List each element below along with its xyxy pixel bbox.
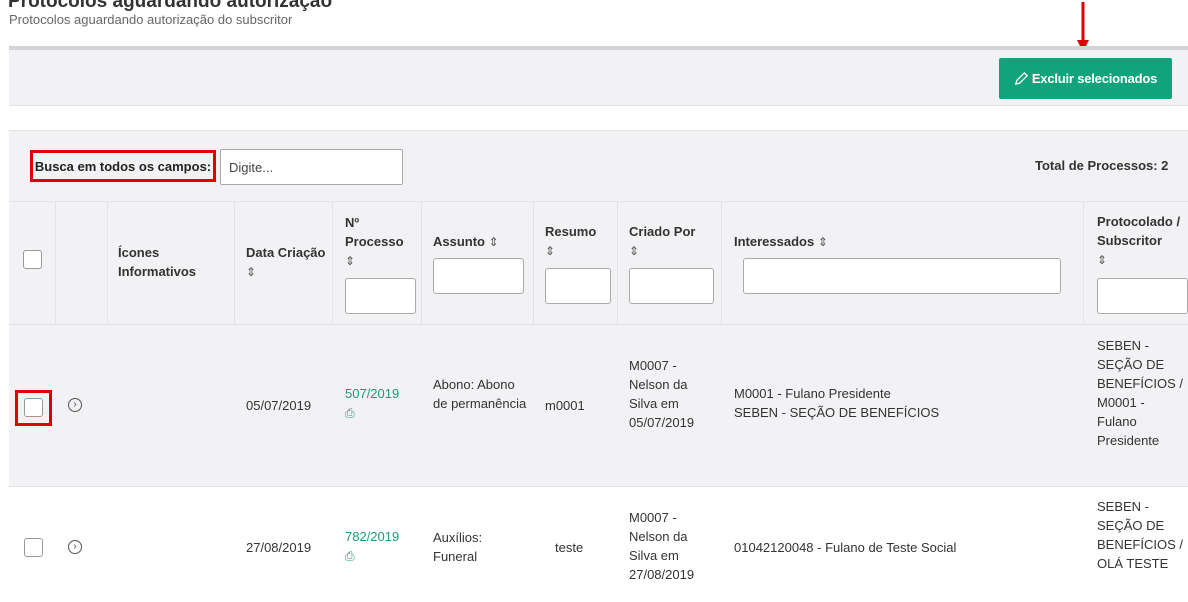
row-created-by: M0007 - Nelson da Silva em 05/07/2019: [629, 358, 695, 430]
checkbox-highlight: [15, 390, 52, 426]
row-summary: teste: [555, 540, 584, 555]
row-interested-2: SEBEN - SEÇÃO DE BENEFÍCIOS: [734, 405, 940, 420]
header-icons: Ícones Informativos: [118, 245, 197, 279]
header-protocoled[interactable]: Protocolado / Subscritor ⇕: [1097, 212, 1187, 270]
column-divider: [1083, 202, 1084, 325]
pencil-icon: [1014, 71, 1028, 86]
search-label: Busca em todos os campos:: [30, 150, 216, 182]
sort-icon[interactable]: ⇕: [345, 254, 355, 268]
sort-icon[interactable]: ⇕: [629, 244, 639, 258]
column-divider: [721, 202, 722, 325]
column-divider: [421, 202, 422, 325]
pdf-icon[interactable]: ⎙: [345, 547, 355, 566]
interested-filter-input[interactable]: [743, 258, 1061, 294]
row-interested-1: 01042120048 - Fulano de Teste Social: [734, 540, 957, 555]
column-divider: [617, 202, 618, 325]
row-date: 27/08/2019: [246, 540, 312, 555]
total-count: Total de Processos: 2: [1035, 158, 1169, 173]
column-divider: [234, 202, 235, 325]
header-summary[interactable]: Resumo ⇕: [545, 222, 615, 261]
row-interested-1: M0001 - Fulano Presidente: [734, 386, 891, 401]
header-subject[interactable]: Assunto ⇕: [433, 232, 533, 252]
row-protocoled: SEBEN - SEÇÃO DE BENEFÍCIOS / M0001 - Fu…: [1097, 338, 1183, 448]
header-interested[interactable]: Interessados ⇕: [734, 232, 1034, 252]
row-process-link[interactable]: 507/2019: [345, 384, 399, 403]
column-divider: [533, 202, 534, 325]
summary-filter-input[interactable]: [545, 268, 611, 304]
sort-icon[interactable]: ⇕: [818, 235, 828, 249]
sort-icon[interactable]: ⇕: [545, 244, 555, 258]
page-subtitle: Protocolos aguardando autorização do sub…: [9, 12, 293, 27]
search-input[interactable]: [220, 149, 403, 185]
pdf-icon[interactable]: ⎙: [345, 404, 355, 423]
row-date: 05/07/2019: [246, 398, 312, 413]
row-created-by: M0007 - Nelson da Silva em 27/08/2019: [629, 510, 695, 582]
process-filter-input[interactable]: [345, 278, 416, 314]
column-divider: [107, 202, 108, 325]
sort-icon[interactable]: ⇕: [1097, 253, 1107, 267]
row-summary: m0001: [545, 398, 585, 413]
expand-row-icon[interactable]: ›: [68, 540, 82, 554]
sort-icon[interactable]: ⇕: [246, 265, 256, 279]
table-row[interactable]: [9, 325, 1188, 487]
row-process-link[interactable]: 782/2019: [345, 527, 399, 546]
column-divider: [55, 202, 56, 325]
column-divider: [332, 202, 333, 325]
header-date[interactable]: Data Criação ⇕: [246, 243, 326, 282]
row-checkbox[interactable]: [24, 538, 43, 557]
select-all-checkbox[interactable]: [23, 250, 42, 269]
row-protocoled: SEBEN - SEÇÃO DE BENEFÍCIOS / OLÁ TESTE: [1097, 499, 1183, 571]
expand-row-icon[interactable]: ›: [68, 398, 82, 412]
created-by-filter-input[interactable]: [629, 268, 714, 304]
subject-filter-input[interactable]: [433, 258, 524, 294]
header-created-by[interactable]: Criado Por ⇕: [629, 222, 709, 261]
table-row[interactable]: [9, 487, 1188, 602]
delete-selected-label: Excluir selecionados: [1031, 71, 1158, 86]
protocoled-filter-input[interactable]: [1097, 278, 1188, 314]
header-process[interactable]: Nº Processo ⇕: [345, 213, 415, 271]
delete-selected-button[interactable]: Excluir selecionados: [999, 58, 1172, 99]
row-subject: Abono: Abono de permanência: [433, 377, 527, 411]
row-subject: Auxílios: Funeral: [433, 530, 483, 564]
sort-icon[interactable]: ⇕: [489, 235, 499, 249]
